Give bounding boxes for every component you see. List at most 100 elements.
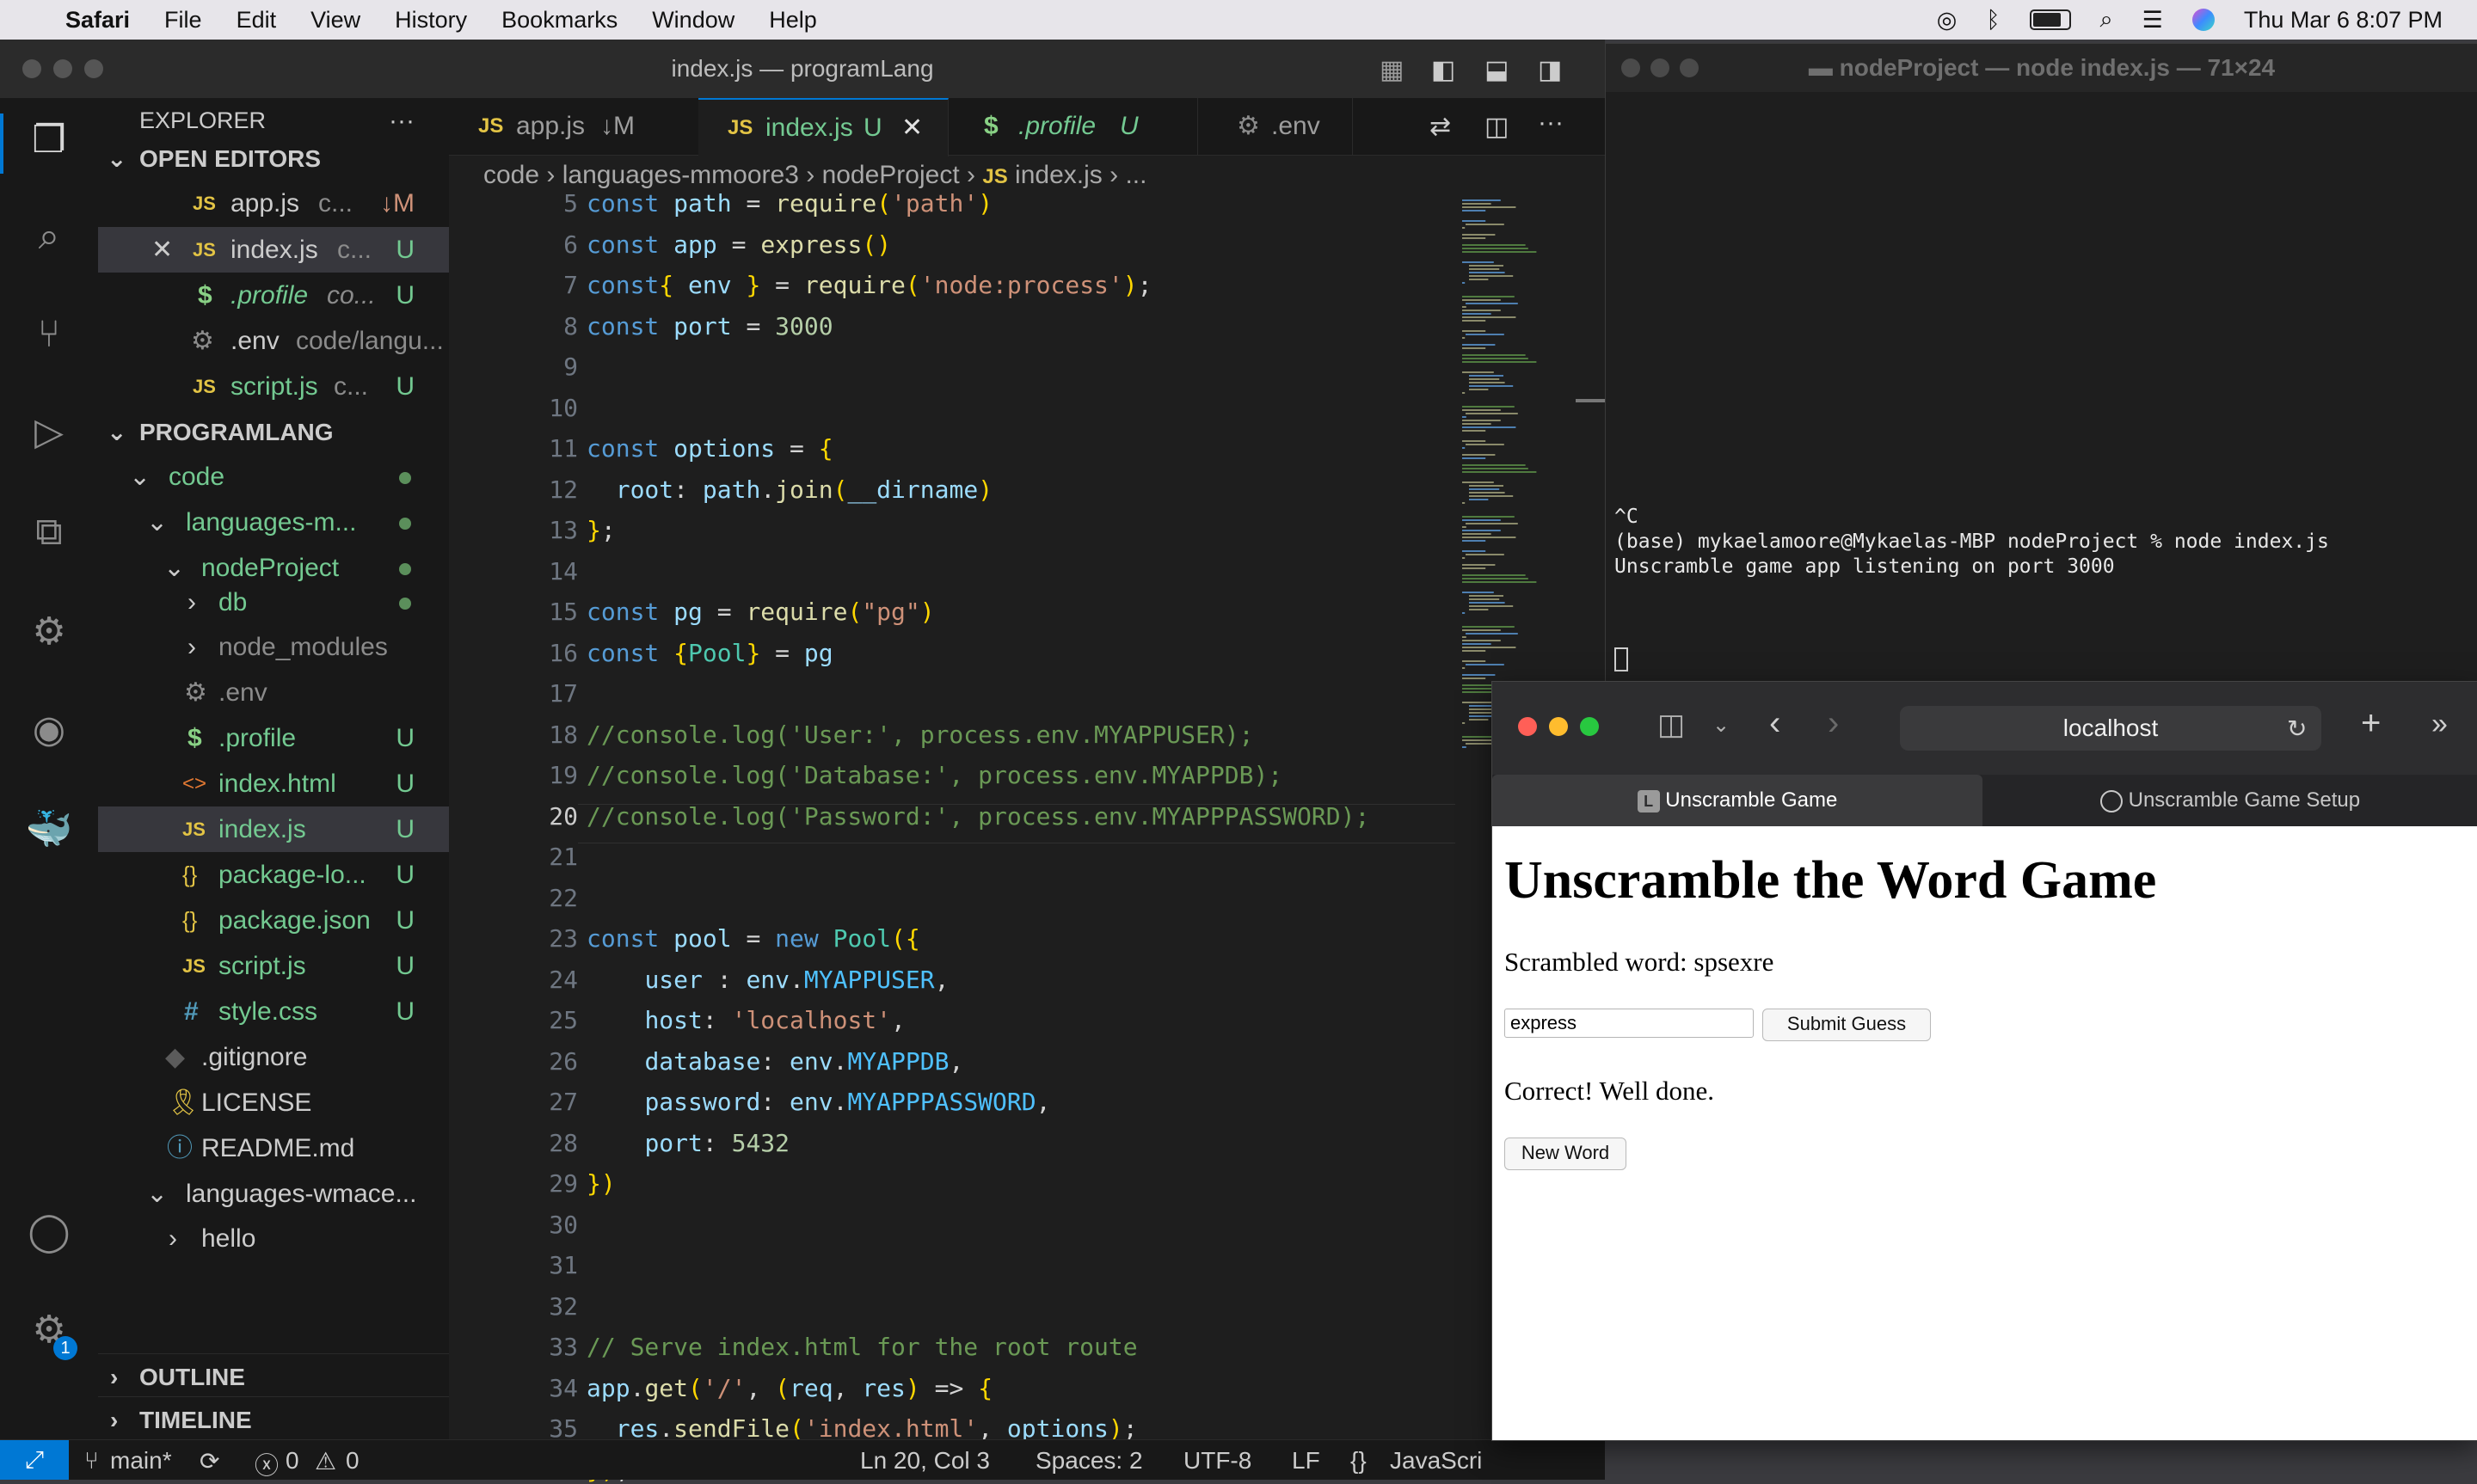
tree-folder[interactable]: ⌄ languages-m... xyxy=(98,500,449,545)
open-editor-item[interactable]: ✕ JS index.js c... U xyxy=(98,227,449,273)
menu-view[interactable]: View xyxy=(310,7,360,34)
open-editor-item[interactable]: JS app.js c... ↓M xyxy=(98,181,449,226)
encoding[interactable]: UTF-8 xyxy=(1183,1447,1251,1475)
tab-index-js[interactable]: JS index.js U ✕ xyxy=(698,98,949,156)
control-center-icon[interactable]: ☰ xyxy=(2142,7,2163,34)
tree-file[interactable]: {} package-lo... U xyxy=(98,852,449,898)
tree-file[interactable]: <> index.html U xyxy=(98,761,449,806)
open-editor-item[interactable]: JS script.js c... U xyxy=(98,364,449,409)
open-editors-section[interactable]: ⌄ OPEN EDITORS xyxy=(98,136,449,181)
customize-layout-icon[interactable]: ▦ xyxy=(1380,55,1404,85)
source-control-icon[interactable]: ⑂ xyxy=(24,310,74,359)
tree-file[interactable]: 🎗 LICENSE xyxy=(98,1080,449,1125)
tree-file[interactable]: ⚙ .env xyxy=(98,670,449,715)
sync-icon[interactable]: ⟳ xyxy=(200,1447,219,1475)
chevron-down-icon[interactable]: ⌄ xyxy=(1712,713,1730,738)
docker-icon[interactable]: 🐳 xyxy=(24,805,74,855)
code-editor[interactable]: 5 const path = require('path') 6 const app … xyxy=(449,189,1455,1484)
language-mode[interactable]: JavaScri xyxy=(1390,1447,1482,1475)
terminal-output[interactable]: ^C (base) mykaelamoore@Mykaelas-MBP nodeP… xyxy=(1614,505,2329,579)
tree-folder[interactable]: › node_modules xyxy=(98,624,449,670)
toggle-primary-sidebar-icon[interactable]: ◧ xyxy=(1431,55,1455,85)
tree-folder[interactable]: › hello xyxy=(98,1216,449,1261)
minimize-window-button[interactable] xyxy=(1650,58,1669,77)
tree-file[interactable]: ⓘ README.md xyxy=(98,1125,449,1171)
new-word-button[interactable]: New Word xyxy=(1504,1138,1626,1170)
close-icon[interactable]: ✕ xyxy=(151,227,173,273)
warning-count[interactable]: 0 xyxy=(346,1447,360,1475)
branch-name[interactable]: main* xyxy=(110,1447,172,1475)
siri-icon[interactable] xyxy=(2191,9,2215,31)
close-tab-icon[interactable]: ✕ xyxy=(901,100,923,156)
extensions-icon[interactable]: ⧉ xyxy=(24,507,74,557)
menu-bookmarks[interactable]: Bookmarks xyxy=(501,7,618,34)
address-bar[interactable]: localhost xyxy=(1900,706,2321,751)
breadcrumb-item[interactable]: languages-mmoore3 xyxy=(562,161,799,189)
open-changes-icon[interactable]: ⇄ xyxy=(1429,112,1451,142)
sidebar-toggle-icon[interactable]: ◫ xyxy=(1657,708,1685,742)
open-editor-item[interactable]: ⚙ .env code/langu... xyxy=(98,318,449,364)
submit-guess-button[interactable]: Submit Guess xyxy=(1762,1009,1931,1041)
breadcrumb-item[interactable]: ... xyxy=(1125,161,1146,189)
tab-profile[interactable]: $ .profile U xyxy=(948,98,1198,155)
zoom-window-button[interactable] xyxy=(1580,717,1599,736)
menu-file[interactable]: File xyxy=(164,7,202,34)
tree-folder[interactable]: ⌄ languages-wmace... xyxy=(98,1171,449,1217)
forward-button[interactable]: › xyxy=(1828,704,1839,743)
remote-indicator-icon[interactable]: ⤢ xyxy=(0,1440,69,1480)
menu-window[interactable]: Window xyxy=(652,7,734,34)
tab-env[interactable]: ⚙ .env xyxy=(1197,98,1353,155)
new-tab-button[interactable]: + xyxy=(2361,704,2381,743)
menu-history[interactable]: History xyxy=(395,7,467,34)
open-editor-item[interactable]: $ .profile co... U xyxy=(98,273,449,318)
accounts-icon[interactable]: ◯ xyxy=(24,1207,74,1257)
project-section[interactable]: ⌄ PROGRAMLANG xyxy=(98,409,449,455)
menu-clock[interactable]: Thu Mar 6 8:07 PM xyxy=(2244,7,2443,34)
outline-section[interactable]: › OUTLINE xyxy=(98,1353,449,1400)
timeline-section[interactable]: › TIMELINE xyxy=(98,1396,449,1443)
github-icon[interactable]: ◉ xyxy=(24,705,74,755)
breadcrumb-item[interactable]: code xyxy=(483,161,539,189)
tree-folder[interactable]: › db xyxy=(98,579,449,625)
explorer-icon[interactable]: ❐ xyxy=(24,115,74,165)
warning-icon[interactable]: ⚠ xyxy=(315,1447,336,1475)
zoom-window-button[interactable] xyxy=(1680,58,1699,77)
tab-unscramble-game[interactable]: L Unscramble Game xyxy=(1492,775,1982,826)
tree-folder[interactable]: ⌄ code xyxy=(98,454,449,500)
search-icon[interactable]: ⌕ xyxy=(24,212,74,261)
cursor-position[interactable]: Ln 20, Col 3 xyxy=(860,1447,990,1475)
line-ending[interactable]: LF xyxy=(1292,1447,1320,1475)
tree-file[interactable]: # style.css U xyxy=(98,989,449,1034)
tab-unscramble-game-setup[interactable]: Unscramble Game Setup xyxy=(1982,775,2477,826)
tree-file[interactable]: $ .profile U xyxy=(98,715,449,761)
menu-edit[interactable]: Edit xyxy=(237,7,277,34)
toggle-secondary-sidebar-icon[interactable]: ◨ xyxy=(1538,55,1562,85)
more-actions-icon[interactable]: ··· xyxy=(1538,108,1564,138)
close-window-button[interactable] xyxy=(1621,58,1640,77)
minimize-window-button[interactable] xyxy=(1549,717,1568,736)
error-count[interactable]: 0 xyxy=(286,1447,299,1475)
tab-overview-icon[interactable]: » xyxy=(2431,708,2448,741)
error-icon[interactable]: ⓧ xyxy=(255,1447,279,1481)
tree-file[interactable]: {} package.json U xyxy=(98,898,449,943)
tree-file[interactable]: JS script.js U xyxy=(98,943,449,989)
scrollbar-thumb[interactable] xyxy=(1576,399,1605,402)
indentation[interactable]: Spaces: 2 xyxy=(1036,1447,1143,1475)
airdrop-icon[interactable]: ◎ xyxy=(1937,7,1958,34)
battery-icon[interactable] xyxy=(2029,9,2071,30)
remote-explorer-icon[interactable]: ⚙ xyxy=(24,607,74,657)
back-button[interactable]: ‹ xyxy=(1769,704,1780,743)
run-debug-icon[interactable]: ▷ xyxy=(24,408,74,457)
breadcrumb-item[interactable]: index.js xyxy=(1015,161,1103,189)
guess-input[interactable] xyxy=(1504,1009,1754,1038)
toggle-panel-icon[interactable]: ⬓ xyxy=(1484,55,1509,85)
tree-file[interactable]: ◆ .gitignore xyxy=(98,1034,449,1080)
breadcrumb-item[interactable]: nodeProject xyxy=(822,161,960,189)
menu-app-name[interactable]: Safari xyxy=(65,7,130,34)
spotlight-search-icon[interactable]: ⌕ xyxy=(2100,6,2113,34)
close-window-button[interactable] xyxy=(1518,717,1537,736)
reload-icon[interactable]: ↻ xyxy=(2287,714,2307,743)
menu-help[interactable]: Help xyxy=(769,7,817,34)
branch-icon[interactable]: ⑂ xyxy=(84,1447,99,1475)
bluetooth-icon[interactable]: ᛒ xyxy=(1986,7,2000,34)
